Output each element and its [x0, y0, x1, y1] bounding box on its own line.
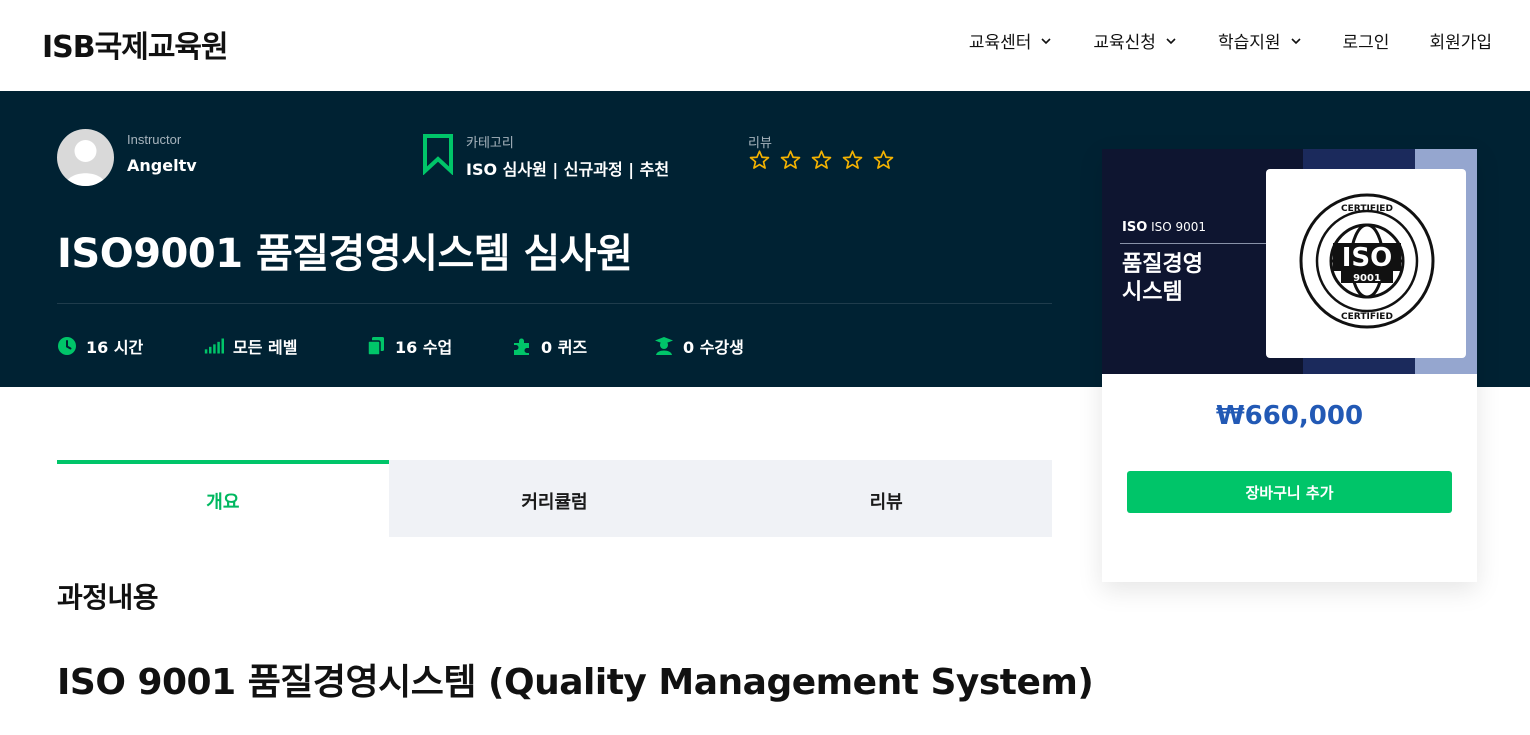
seal-text-bottom: CERTIFIED [1341, 312, 1393, 322]
nav-label: 회원가입 [1429, 33, 1492, 53]
stat-label: 모든 레벨 [233, 338, 298, 357]
thumb-seal-panel: CERTIFIED CERTIFIED ISO 9001 [1266, 169, 1466, 358]
star-outline-icon [811, 150, 832, 169]
thumb-iso-code-text: ISO 9001 [1151, 220, 1207, 234]
chevron-down-icon [1041, 37, 1051, 44]
nav-item-learning-support[interactable]: 학습지원 [1218, 28, 1303, 53]
tab-curriculum[interactable]: 커리큘럼 [388, 460, 721, 537]
star-outline-icon [842, 150, 863, 169]
stat-label: 16 시간 [86, 338, 144, 357]
iso-certified-seal-icon: CERTIFIED CERTIFIED ISO 9001 [1299, 193, 1435, 329]
stat-label: 0 퀴즈 [541, 338, 588, 357]
stat-label: 0 수강생 [683, 338, 744, 357]
nav-label: 교육센터 [968, 33, 1032, 53]
chevron-down-icon [1166, 37, 1176, 44]
purchase-card: ISO ISO 9001 품질경영 시스템 CERTIFIED CERTIFIE… [1102, 149, 1477, 582]
course-stats: 16 시간 모든 레벨 16 수업 0 퀴즈 0 수강생 [57, 334, 744, 358]
user-silhouette-icon [65, 140, 106, 186]
instructor-avatar[interactable] [57, 129, 114, 186]
instructor-label: Instructor [127, 132, 182, 147]
seal-iso: ISO [1342, 243, 1393, 273]
instructor-name[interactable]: Angeltv [127, 156, 197, 175]
stat-duration: 16 시간 [57, 334, 204, 358]
star-outline-icon [749, 150, 770, 169]
bookmark-icon [423, 134, 453, 175]
thumb-iso-code: ISO ISO 9001 [1122, 220, 1206, 235]
chevron-down-icon [1290, 37, 1301, 44]
course-title: ISO9001 품질경영시스템 심사원 [57, 231, 633, 277]
nav-label: 학습지원 [1217, 33, 1281, 53]
content-title: ISO 9001 품질경영시스템 (Quality Management Sys… [57, 662, 1094, 703]
documents-icon [367, 337, 384, 356]
clock-icon [58, 337, 76, 355]
main-nav: 교육센터 교육신청 학습지원 로그인 회원가입 [969, 28, 1492, 53]
stat-quizzes: 0 퀴즈 [512, 334, 654, 358]
thumb-divider [1120, 243, 1266, 244]
nav-item-login[interactable]: 로그인 [1343, 28, 1390, 53]
site-logo[interactable]: ISB국제교육원 [42, 22, 229, 66]
thumb-title: 품질경영 시스템 [1122, 252, 1203, 305]
seal-text-top: CERTIFIED [1341, 204, 1393, 214]
hero-divider [57, 303, 1052, 304]
category-value[interactable]: ISO 심사원 | 신규과정 | 추천 [466, 156, 669, 180]
stat-lessons: 16 수업 [366, 334, 512, 358]
rating-stars [748, 149, 895, 171]
puzzle-icon [514, 338, 529, 355]
thumb-iso-badge: ISO [1122, 220, 1148, 235]
category-label: 카테고리 [466, 135, 514, 150]
site-header: ISB국제교육원 교육센터 교육신청 학습지원 로그인 회원가입 [0, 0, 1530, 91]
section-heading: 과정내용 [57, 581, 159, 614]
stat-students: 0 수강생 [654, 334, 744, 358]
level-bars-icon [204, 338, 224, 354]
nav-item-signup[interactable]: 회원가입 [1429, 28, 1492, 53]
course-thumbnail[interactable]: ISO ISO 9001 품질경영 시스템 CERTIFIED CERTIFIE… [1102, 149, 1477, 374]
tab-overview[interactable]: 개요 [57, 460, 389, 537]
tab-reviews[interactable]: 리뷰 [720, 460, 1053, 537]
add-to-cart-button[interactable]: 장바구니 추가 [1127, 471, 1452, 513]
nav-item-education-center[interactable]: 교육센터 [969, 28, 1054, 53]
seal-number: 9001 [1353, 273, 1381, 284]
course-tabs: 개요 커리큘럼 리뷰 [57, 460, 1053, 537]
stat-label: 16 수업 [395, 338, 453, 357]
star-outline-icon [780, 150, 801, 169]
nav-label: 교육신청 [1093, 33, 1156, 53]
nav-label: 로그인 [1342, 33, 1390, 53]
nav-item-apply[interactable]: 교육신청 [1093, 28, 1178, 53]
stat-level: 모든 레벨 [204, 334, 366, 358]
course-price: ₩660,000 [1215, 401, 1364, 431]
star-outline-icon [873, 150, 894, 169]
student-icon [655, 337, 673, 355]
